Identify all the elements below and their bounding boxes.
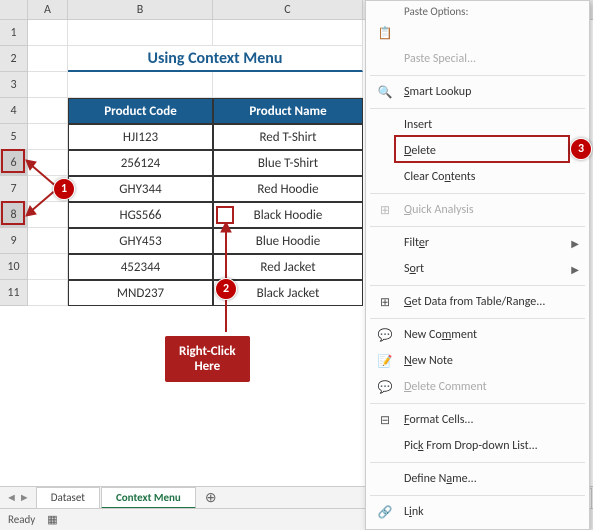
data-cell[interactable]: Black Hoodie — [213, 202, 363, 228]
row-header-1[interactable]: 1 — [0, 20, 28, 46]
data-cell[interactable]: Blue T-Shirt — [213, 150, 363, 176]
cell[interactable] — [28, 72, 68, 98]
row6-highlight — [1, 149, 25, 173]
col-header-b[interactable]: B — [68, 0, 213, 19]
comment-icon: 💬 — [374, 328, 396, 343]
status-ready: Ready — [8, 513, 35, 526]
row-header-3[interactable]: 3 — [0, 72, 28, 98]
chevron-right-icon: ▶ — [571, 263, 579, 276]
context-menu: Paste Options: 📋 Paste Special... 🔍Smart… — [365, 0, 590, 530]
table-icon: ⊞ — [374, 295, 396, 310]
cell[interactable] — [28, 228, 68, 254]
delete-comment: 💬Delete Comment — [366, 374, 589, 400]
clipboard-icon: 📋 — [374, 26, 396, 41]
new-note[interactable]: 📝New Note — [366, 348, 589, 374]
paste-special: Paste Special... — [366, 46, 589, 72]
data-cell[interactable]: MND237 — [68, 280, 213, 306]
analysis-icon: ⊞ — [374, 203, 396, 218]
data-cell[interactable]: Blue Hoodie — [213, 228, 363, 254]
search-icon: 🔍 — [374, 85, 396, 100]
arrow-2-to-cell — [220, 222, 232, 332]
tab-prev-icon[interactable]: ◄ — [6, 491, 17, 504]
data-cell[interactable]: Red Jacket — [213, 254, 363, 280]
cell[interactable] — [28, 254, 68, 280]
paste-button: 📋 — [366, 20, 589, 46]
cell[interactable] — [28, 20, 68, 46]
clear-contents[interactable]: Clear Contents — [366, 164, 589, 190]
cell[interactable] — [28, 124, 68, 150]
tab-context-menu[interactable]: Context Menu — [101, 487, 196, 509]
format-icon: ⊟ — [374, 413, 396, 428]
delete[interactable]: Delete — [366, 138, 589, 164]
data-cell[interactable]: GHY344 — [68, 176, 213, 202]
insert[interactable]: Insert — [366, 112, 589, 138]
cell[interactable] — [213, 20, 363, 46]
get-data[interactable]: ⊞Get Data from Table/Range... — [366, 289, 589, 315]
callout-rightclick: Right-Click Here — [165, 336, 250, 382]
col-header-a[interactable]: A — [28, 0, 68, 19]
macro-icon[interactable]: ▦ — [47, 513, 57, 526]
row-header-11[interactable]: 11 — [0, 280, 28, 306]
data-cell[interactable]: 452344 — [68, 254, 213, 280]
data-cell[interactable]: GHY453 — [68, 228, 213, 254]
row-header-2[interactable]: 2 — [0, 46, 28, 72]
select-all-corner[interactable] — [0, 0, 28, 19]
title-cell[interactable]: Using Context Menu — [68, 46, 363, 72]
tab-next-icon[interactable]: ► — [19, 491, 30, 504]
row-header-5[interactable]: 5 — [0, 124, 28, 150]
header-name[interactable]: Product Name — [213, 98, 363, 124]
note-icon: 📝 — [374, 354, 396, 369]
new-comment[interactable]: 💬New Comment — [366, 322, 589, 348]
cell[interactable] — [28, 46, 68, 72]
quick-analysis: ⊞Quick Analysis — [366, 197, 589, 223]
row8-highlight — [1, 201, 25, 225]
data-cell[interactable]: Red Hoodie — [213, 176, 363, 202]
filter[interactable]: Filter▶ — [366, 230, 589, 256]
badge-1: 1 — [53, 178, 75, 200]
data-cell[interactable]: HGS566 — [68, 202, 213, 228]
header-code[interactable]: Product Code — [68, 98, 213, 124]
row-header-9[interactable]: 9 — [0, 228, 28, 254]
cell[interactable] — [213, 72, 363, 98]
sort[interactable]: Sort▶ — [366, 256, 589, 282]
badge-3: 3 — [570, 138, 592, 160]
add-sheet-button[interactable]: ⊕ — [197, 489, 225, 506]
link-icon: 🔗 — [374, 505, 396, 520]
link[interactable]: 🔗Link — [366, 499, 589, 525]
data-cell[interactable]: HJI123 — [68, 124, 213, 150]
format-cells[interactable]: ⊟Format Cells... — [366, 407, 589, 433]
cell[interactable] — [68, 20, 213, 46]
row-header-4[interactable]: 4 — [0, 98, 28, 124]
define-name[interactable]: Define Name... — [366, 466, 589, 492]
row-header-10[interactable]: 10 — [0, 254, 28, 280]
paste-options-label: Paste Options: — [366, 1, 589, 20]
cell[interactable] — [28, 98, 68, 124]
data-cell[interactable]: 256124 — [68, 150, 213, 176]
smart-lookup[interactable]: 🔍Smart Lookup — [366, 79, 589, 105]
chevron-right-icon: ▶ — [571, 237, 579, 250]
delete-comment-icon: 💬 — [374, 380, 396, 395]
pick-list[interactable]: Pick From Drop-down List... — [366, 433, 589, 459]
tab-dataset[interactable]: Dataset — [36, 487, 100, 509]
badge-2: 2 — [215, 278, 237, 300]
cell[interactable] — [28, 280, 68, 306]
cell[interactable] — [68, 72, 213, 98]
data-cell[interactable]: Red T-Shirt — [213, 124, 363, 150]
col-header-c[interactable]: C — [213, 0, 363, 19]
